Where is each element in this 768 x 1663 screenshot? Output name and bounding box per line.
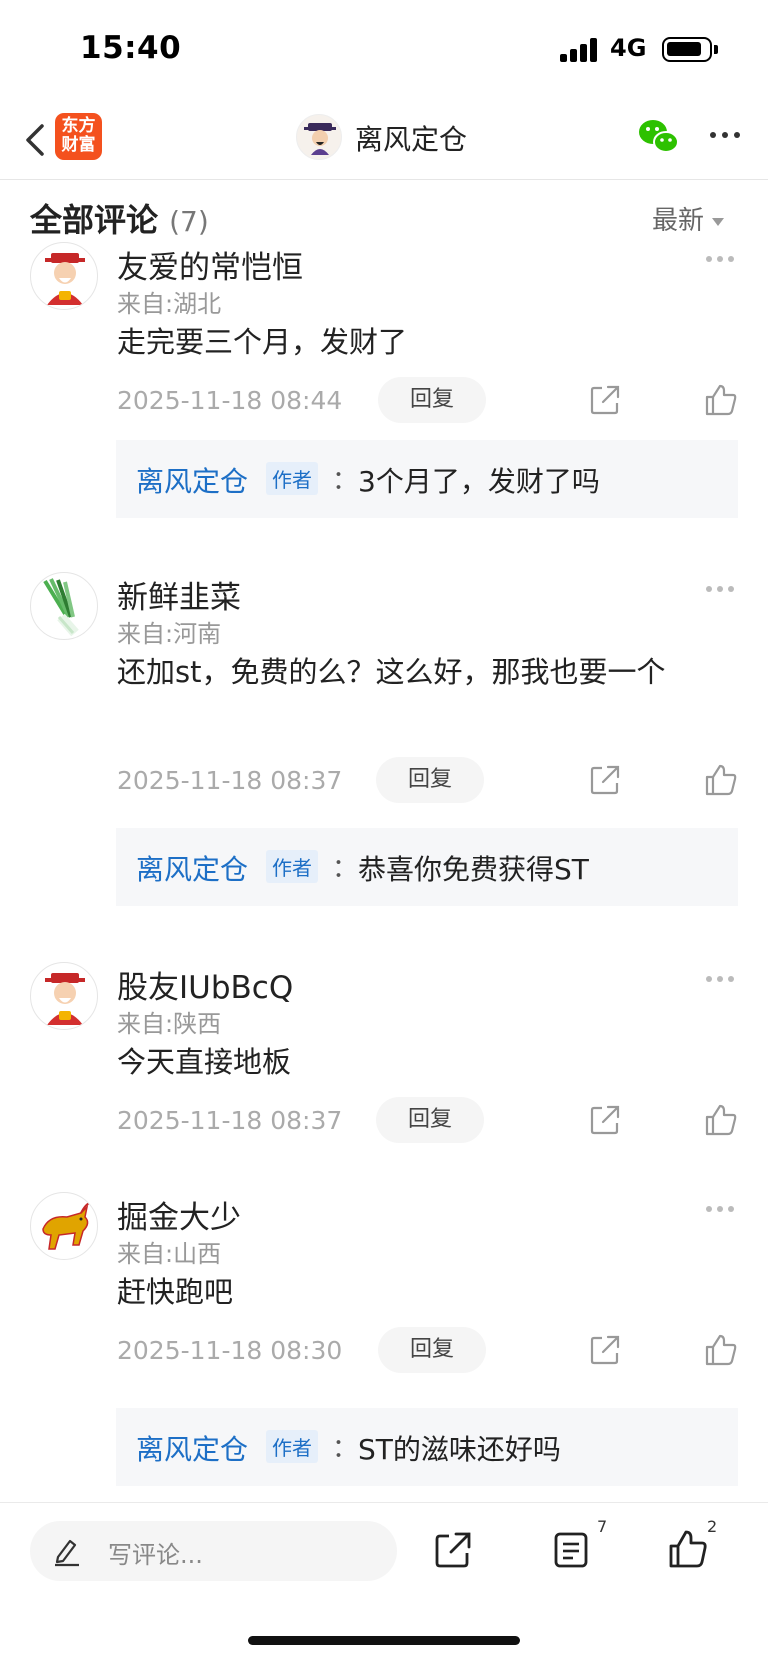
app-logo-text: 东方财富 xyxy=(61,116,96,155)
comment-text: 走完要三个月，发财了 xyxy=(117,325,408,359)
comment-input-placeholder: 写评论... xyxy=(108,1541,203,1569)
sort-dropdown[interactable]: 最新 xyxy=(652,200,725,237)
comment-list-icon[interactable] xyxy=(553,1531,589,1569)
comment-more-icon[interactable] xyxy=(706,256,736,264)
user-location: 来自:湖北 xyxy=(117,290,222,318)
back-icon[interactable] xyxy=(18,118,54,162)
thumbs-up-icon[interactable] xyxy=(704,1103,738,1137)
reply-colon: ： xyxy=(332,1434,359,1464)
reply-colon: ： xyxy=(332,854,359,884)
share-icon[interactable] xyxy=(588,1333,622,1367)
pencil-icon xyxy=(55,1539,79,1567)
reply-author-name[interactable]: 离风定仓 xyxy=(136,848,248,888)
username[interactable]: 新鲜韭菜 xyxy=(117,572,241,617)
share-icon[interactable] xyxy=(588,763,622,797)
comment-input[interactable]: 写评论... xyxy=(30,1521,397,1581)
battery-icon xyxy=(662,37,712,62)
status-bar: 15:40 4G xyxy=(0,0,768,100)
more-options-icon[interactable] xyxy=(708,130,744,142)
comment-item: 股友IUbBcQ 来自:陕西 今天直接地板 2025-11-18 08:37 回… xyxy=(0,960,768,1160)
share-icon[interactable] xyxy=(434,1531,472,1569)
page-title: 离风定仓 xyxy=(355,123,468,156)
comments-count: (7) xyxy=(169,205,209,238)
chevron-down-icon xyxy=(712,217,725,226)
author-badge: 作者 xyxy=(266,850,318,883)
author-avatar[interactable] xyxy=(296,114,342,160)
wechat-icon[interactable] xyxy=(636,116,680,156)
comment-more-icon[interactable] xyxy=(706,586,736,594)
reply-colon: ： xyxy=(332,466,359,496)
user-avatar[interactable] xyxy=(30,1192,98,1260)
user-location: 来自:陕西 xyxy=(117,1010,222,1038)
user-avatar[interactable] xyxy=(30,962,98,1030)
author-reply[interactable]: 离风定仓 作者 ： 3个月了，发财了吗 xyxy=(116,440,738,518)
comment-text: 还加st，免费的么？这么好，那我也要一个 xyxy=(117,655,666,689)
comments-title: 全部评论 xyxy=(30,201,159,239)
username[interactable]: 友爱的常恺恒 xyxy=(117,242,303,287)
reply-text: ST的滋味还好吗 xyxy=(358,1433,561,1466)
comment-more-icon[interactable] xyxy=(706,976,736,984)
comment-item: 掘金大少 来自:山西 赶快跑吧 2025-11-18 08:30 回复 离风定仓… xyxy=(0,1190,768,1490)
author-badge: 作者 xyxy=(266,462,318,495)
comments-header: 全部评论 (7) xyxy=(30,195,209,239)
share-icon[interactable] xyxy=(588,383,622,417)
username[interactable]: 股友IUbBcQ xyxy=(117,962,293,1007)
reply-author-name[interactable]: 离风定仓 xyxy=(136,1428,248,1468)
author-reply[interactable]: 离风定仓 作者 ： 恭喜你免费获得ST xyxy=(116,828,738,906)
reply-author-name[interactable]: 离风定仓 xyxy=(136,460,248,500)
comment-timestamp: 2025-11-18 08:37 xyxy=(117,1106,343,1135)
like-count-badge: 2 xyxy=(707,1517,718,1536)
comment-item: 友爱的常恺恒 来自:湖北 走完要三个月，发财了 2025-11-18 08:44… xyxy=(0,240,768,540)
battery-cap xyxy=(714,45,718,54)
comment-timestamp: 2025-11-18 08:44 xyxy=(117,386,343,415)
reply-text: 3个月了，发财了吗 xyxy=(358,465,600,498)
user-avatar[interactable] xyxy=(30,242,98,310)
status-time: 15:40 xyxy=(80,30,182,66)
share-icon[interactable] xyxy=(588,1103,622,1137)
author-reply[interactable]: 离风定仓 作者 ： ST的滋味还好吗 xyxy=(116,1408,738,1486)
comment-count-badge: 7 xyxy=(597,1517,608,1536)
signal-icon xyxy=(560,38,600,62)
reply-text: 恭喜你免费获得ST xyxy=(358,853,589,886)
user-avatar[interactable] xyxy=(30,572,98,640)
app-logo[interactable]: 东方财富 xyxy=(55,113,102,160)
reply-button[interactable]: 回复 xyxy=(376,757,484,803)
comment-timestamp: 2025-11-18 08:30 xyxy=(117,1336,343,1365)
home-indicator xyxy=(248,1636,520,1645)
comment-item: 新鲜韭菜 来自:河南 还加st，免费的么？这么好，那我也要一个 2025-11-… xyxy=(0,570,768,930)
thumbs-up-icon[interactable] xyxy=(668,1529,708,1569)
network-label: 4G xyxy=(610,34,647,62)
author-badge: 作者 xyxy=(266,1430,318,1463)
comment-text: 今天直接地板 xyxy=(117,1045,292,1079)
reply-button[interactable]: 回复 xyxy=(376,1097,484,1143)
comment-text: 赶快跑吧 xyxy=(117,1275,234,1309)
thumbs-up-icon[interactable] xyxy=(704,383,738,417)
thumbs-up-icon[interactable] xyxy=(704,1333,738,1367)
comment-timestamp: 2025-11-18 08:37 xyxy=(117,766,343,795)
sort-label: 最新 xyxy=(652,206,705,236)
user-location: 来自:山西 xyxy=(117,1240,222,1268)
user-location: 来自:河南 xyxy=(117,620,222,648)
reply-button[interactable]: 回复 xyxy=(378,1327,486,1373)
username[interactable]: 掘金大少 xyxy=(117,1192,241,1237)
reply-button[interactable]: 回复 xyxy=(378,377,486,423)
nav-bar: 东方财富 离风定仓 xyxy=(0,100,768,180)
thumbs-up-icon[interactable] xyxy=(704,763,738,797)
comment-more-icon[interactable] xyxy=(706,1206,736,1214)
